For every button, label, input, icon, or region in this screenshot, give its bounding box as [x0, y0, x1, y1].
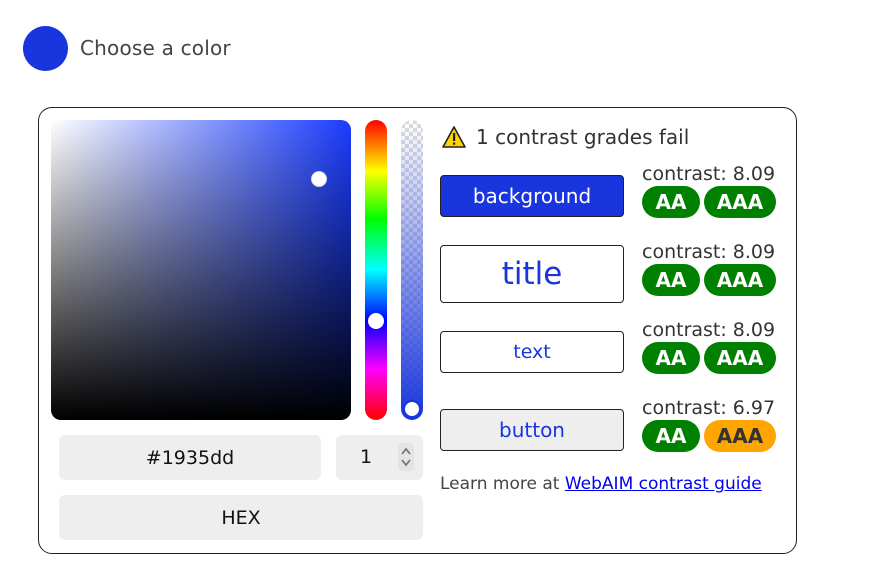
warning-text: 1 contrast grades fail: [476, 125, 690, 149]
alpha-handle[interactable]: [403, 400, 421, 418]
title-preview: title: [440, 245, 624, 303]
webaim-contrast-guide-link[interactable]: WebAIM contrast guide: [565, 474, 762, 494]
alpha-gradient: [401, 120, 423, 420]
learn-more-prefix: Learn more at: [440, 474, 560, 494]
button-contrast: contrast: 6.97 AA AAA: [642, 397, 776, 452]
alpha-slider[interactable]: [401, 120, 423, 420]
learn-more-row: Learn more at WebAIM contrast guide: [440, 474, 762, 494]
contrast-label: contrast: 6.97: [642, 397, 776, 419]
hue-handle[interactable]: [368, 313, 384, 329]
aa-grade-badge: AA: [642, 420, 700, 452]
button-preview[interactable]: button: [440, 409, 624, 451]
aaa-grade-badge: AAA: [704, 264, 776, 296]
contrast-label: contrast: 8.09: [642, 241, 776, 263]
stepper-arrows-icon[interactable]: [398, 443, 414, 471]
warning-triangle-icon: [442, 126, 466, 148]
saturation-brightness-area[interactable]: [51, 120, 351, 420]
color-format-button[interactable]: HEX: [59, 495, 423, 540]
saturation-brightness-handle[interactable]: [311, 171, 327, 187]
background-preview: background: [440, 175, 624, 217]
alpha-stepper[interactable]: 1: [336, 435, 423, 480]
contrast-warning: 1 contrast grades fail: [442, 124, 689, 150]
text-contrast: contrast: 8.09 AA AAA: [642, 319, 776, 374]
hue-slider[interactable]: [365, 120, 387, 420]
selected-color-swatch[interactable]: [23, 26, 68, 71]
hex-input[interactable]: [59, 435, 321, 480]
color-picker-panel: 1 HEX 1 contrast grades fail background …: [38, 107, 797, 554]
aaa-grade-badge: AAA: [704, 186, 776, 218]
aa-grade-badge: AA: [642, 264, 700, 296]
text-preview: text: [440, 331, 624, 373]
choose-color-label: Choose a color: [80, 36, 231, 60]
contrast-label: contrast: 8.09: [642, 163, 776, 185]
background-contrast: contrast: 8.09 AA AAA: [642, 163, 776, 218]
aaa-grade-badge: AAA: [704, 342, 776, 374]
title-contrast: contrast: 8.09 AA AAA: [642, 241, 776, 296]
alpha-value: 1: [359, 446, 373, 468]
aa-grade-badge: AA: [642, 186, 700, 218]
aa-grade-badge: AA: [642, 342, 700, 374]
contrast-label: contrast: 8.09: [642, 319, 776, 341]
aaa-grade-badge-fail: AAA: [704, 420, 776, 452]
